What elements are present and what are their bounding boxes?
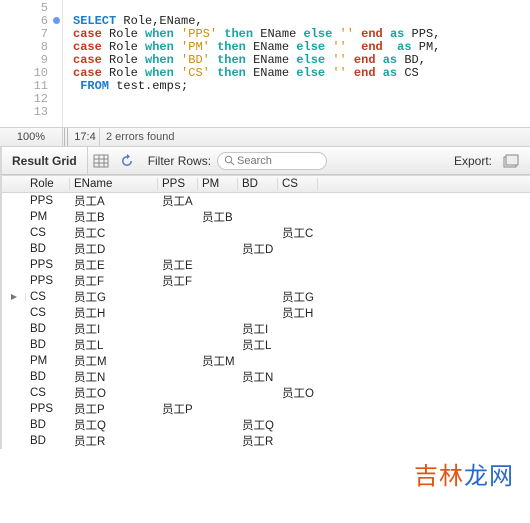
export-label: Export: [454, 154, 492, 168]
refresh-icon[interactable] [116, 151, 138, 171]
table-row[interactable]: PM员工M员工M [2, 353, 530, 369]
header-row: RoleENamePPSPMBDCS [2, 176, 530, 193]
search-input[interactable] [235, 154, 313, 168]
table-row[interactable]: BD员工D员工D [2, 241, 530, 257]
table-row[interactable]: CS员工H员工H [2, 305, 530, 321]
cursor-position: 17:4 [71, 131, 99, 143]
result-grid-tab[interactable]: Result Grid [2, 147, 88, 174]
table-row[interactable]: PPS员工E员工E [2, 257, 530, 273]
result-grid[interactable]: RoleENamePPSPMBDCSPPS员工A员工APM员工B员工BCS员工C… [0, 175, 530, 449]
grid-view-icon[interactable] [90, 151, 112, 171]
table-row[interactable]: CS员工C员工C [2, 225, 530, 241]
table-row[interactable]: CS员工G员工G [2, 289, 530, 305]
status-bar: 100% 17:4 2 errors found [0, 127, 530, 147]
error-count: 2 errors found [100, 131, 174, 143]
table-row[interactable]: BD员工Q员工Q [2, 417, 530, 433]
table-row[interactable]: BD员工L员工L [2, 337, 530, 353]
table-row[interactable]: BD员工N员工N [2, 369, 530, 385]
result-toolbar: Result Grid Filter Rows: Export: [0, 147, 530, 175]
col-EName[interactable]: EName [70, 178, 158, 190]
export-icon[interactable] [500, 151, 522, 171]
col-PM[interactable]: PM [198, 178, 238, 190]
line-gutter: 5678910111213 [0, 0, 62, 127]
col-BD[interactable]: BD [238, 178, 278, 190]
search-field[interactable] [217, 152, 327, 170]
zoom-level[interactable]: 100% [0, 131, 62, 143]
table-row[interactable]: BD员工R员工R [2, 433, 530, 449]
col-CS[interactable]: CS [278, 178, 318, 190]
col-PPS[interactable]: PPS [158, 178, 198, 190]
table-row[interactable]: BD员工I员工I [2, 321, 530, 337]
search-icon [224, 155, 235, 166]
table-row[interactable]: PPS员工A员工A [2, 193, 530, 209]
table-row[interactable]: PPS员工F员工F [2, 273, 530, 289]
col-Role[interactable]: Role [26, 178, 70, 190]
table-row[interactable]: PPS员工P员工P [2, 401, 530, 417]
code-editor[interactable]: 5678910111213 SELECT Role,EName,case Rol… [0, 0, 530, 127]
table-row[interactable]: CS员工O员工O [2, 385, 530, 401]
table-row[interactable]: PM员工B员工B [2, 209, 530, 225]
code-content[interactable]: SELECT Role,EName,case Role when 'PPS' t… [62, 0, 530, 127]
filter-rows-label: Filter Rows: [148, 154, 211, 168]
